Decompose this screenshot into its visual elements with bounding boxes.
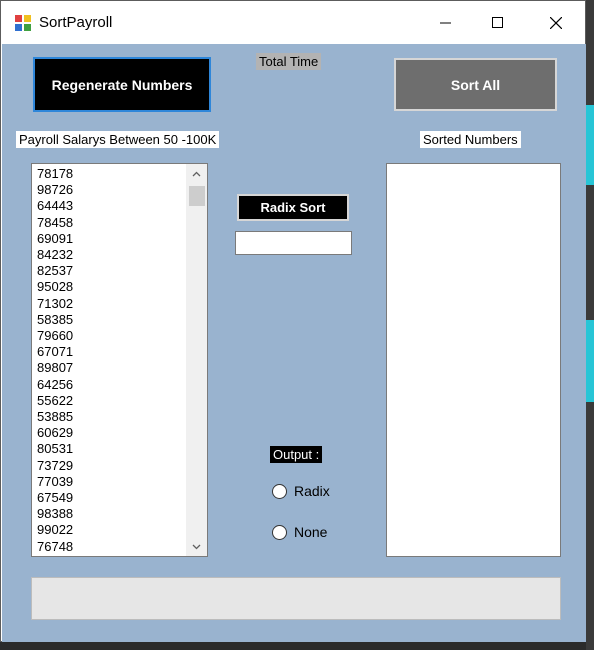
- close-button[interactable]: [533, 1, 579, 44]
- list-item[interactable]: 80531: [37, 441, 73, 457]
- radio-radix-label: Radix: [294, 483, 330, 499]
- scroll-down-icon[interactable]: [186, 538, 207, 555]
- scroll-thumb[interactable]: [189, 186, 205, 206]
- desktop-bg-strip: [586, 105, 594, 185]
- payroll-label: Payroll Salarys Between 50 -100K: [16, 131, 220, 148]
- list-item[interactable]: 73729: [37, 458, 73, 474]
- sorted-numbers-label: Sorted Numbers: [420, 131, 521, 148]
- list-item[interactable]: 78178: [37, 166, 73, 182]
- list-item[interactable]: 55622: [37, 393, 73, 409]
- list-item[interactable]: 64443: [37, 198, 73, 214]
- progress-bar: [31, 577, 561, 620]
- radio-none[interactable]: None: [272, 524, 327, 540]
- payroll-list: 78178 98726 64443 78458 69091 84232 82537 95028…: [37, 166, 73, 555]
- radix-sort-button[interactable]: Radix Sort: [237, 194, 349, 221]
- minimize-button[interactable]: [423, 1, 469, 44]
- list-item[interactable]: 95028: [37, 279, 73, 295]
- minimize-icon: [440, 22, 451, 23]
- sorted-numbers-listbox[interactable]: [386, 163, 561, 557]
- title-bar[interactable]: SortPayroll: [1, 1, 585, 44]
- list-item[interactable]: 53885: [37, 409, 73, 425]
- regenerate-numbers-button[interactable]: Regenerate Numbers: [33, 57, 211, 112]
- list-item[interactable]: 69091: [37, 231, 73, 247]
- maximize-icon: [492, 16, 503, 28]
- list-item[interactable]: 79660: [37, 328, 73, 344]
- list-item[interactable]: 71302: [37, 296, 73, 312]
- total-time-label: Total Time: [256, 53, 322, 70]
- list-item[interactable]: 60629: [37, 425, 73, 441]
- list-item[interactable]: 82537: [37, 263, 73, 279]
- client-area: Regenerate Numbers Total Time Sort All P…: [2, 44, 586, 642]
- main-window: SortPayroll Regenerate Numbers Total Tim…: [0, 0, 586, 642]
- list-item[interactable]: 78458: [37, 215, 73, 231]
- list-item[interactable]: 64256: [37, 377, 73, 393]
- window-title: SortPayroll: [39, 14, 113, 31]
- output-label: Output :: [270, 446, 323, 463]
- sort-all-button[interactable]: Sort All: [394, 58, 557, 111]
- radio-none-circle[interactable]: [272, 524, 287, 540]
- scroll-up-icon[interactable]: [186, 165, 207, 182]
- list-item[interactable]: 67071: [37, 344, 73, 360]
- desktop-bg-strip: [586, 320, 594, 402]
- close-icon: [550, 16, 562, 29]
- radio-none-label: None: [294, 524, 328, 540]
- list-item[interactable]: 98726: [37, 182, 73, 198]
- list-item[interactable]: 98388: [37, 506, 73, 522]
- radio-radix[interactable]: Radix: [272, 483, 330, 499]
- payroll-listbox[interactable]: 78178 98726 64443 78458 69091 84232 82537 95028…: [31, 163, 208, 557]
- list-item[interactable]: 58385: [37, 312, 73, 328]
- list-item[interactable]: 99022: [37, 522, 73, 538]
- maximize-button[interactable]: [475, 1, 521, 44]
- list-item[interactable]: 89807: [37, 360, 73, 376]
- list-item[interactable]: 67549: [37, 490, 73, 506]
- list-item[interactable]: 76748: [37, 539, 73, 555]
- list-item[interactable]: 84232: [37, 247, 73, 263]
- radio-radix-circle[interactable]: [272, 483, 287, 499]
- listbox-scrollbar[interactable]: [186, 164, 207, 556]
- app-icon: [15, 15, 31, 31]
- radix-time-field[interactable]: [235, 231, 352, 255]
- list-item[interactable]: 77039: [37, 474, 73, 490]
